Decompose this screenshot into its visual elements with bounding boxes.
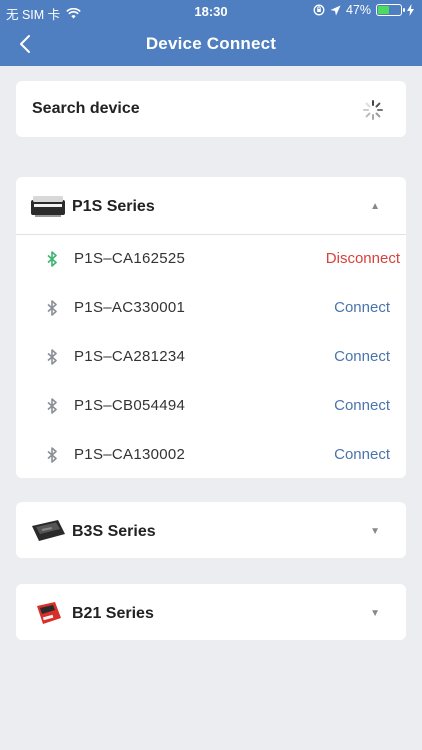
device-name: P1S–CB054494 [74, 397, 186, 414]
search-device-label: Search device [32, 100, 140, 117]
bluetooth-icon [47, 349, 57, 365]
series-card-b3s: B3S Series ▼ [16, 502, 406, 558]
loading-spinner-icon [363, 100, 383, 120]
device-row: P1S–CA162525 Disconnect [16, 235, 406, 283]
series-name-b21: B21 Series [72, 605, 154, 622]
device-name: P1S–CA162525 [74, 250, 186, 267]
series-name-b3s: B3S Series [72, 523, 156, 540]
b3s-printer-icon [32, 520, 65, 541]
top-bar: 无 SIM 卡 18:30 47% Device Connect [0, 0, 422, 66]
device-row: P1S–CB054494 Connect [16, 382, 406, 430]
series-header-b3s[interactable]: B3S Series ▼ [16, 502, 406, 560]
bluetooth-icon [47, 398, 57, 414]
nav-bar: Device Connect [0, 22, 422, 66]
p1s-printer-icon [31, 196, 65, 217]
device-name: P1S–CA130002 [74, 446, 186, 463]
device-name: P1S–CA281234 [74, 348, 186, 365]
search-device-card[interactable]: Search device [16, 81, 406, 137]
series-name-p1s: P1S Series [72, 198, 155, 215]
bluetooth-icon [47, 251, 57, 267]
page-title: Device Connect [145, 34, 277, 53]
connect-button[interactable]: Connect [334, 348, 390, 365]
bluetooth-icon [47, 300, 57, 316]
rotation-lock-icon [313, 4, 325, 16]
disconnect-button[interactable]: Disconnect [326, 250, 400, 267]
connect-button[interactable]: Connect [334, 446, 390, 463]
series-card-p1s: P1S Series ▲ P1S–CA162525 Disconnect P1S… [16, 177, 406, 478]
caret-down-icon[interactable]: ▼ [370, 608, 380, 619]
charging-icon [407, 4, 414, 16]
caret-up-icon[interactable]: ▲ [370, 201, 380, 212]
location-icon [330, 5, 341, 15]
battery-percent: 47% [345, 3, 371, 17]
b21-printer-icon [37, 602, 61, 624]
connect-button[interactable]: Connect [334, 299, 390, 316]
series-header-b21[interactable]: B21 Series ▼ [16, 584, 406, 642]
bluetooth-icon [47, 447, 57, 463]
series-card-b21: B21 Series ▼ [16, 584, 406, 640]
device-row: P1S–CA130002 Connect [16, 431, 406, 479]
device-row: P1S–CA281234 Connect [16, 333, 406, 381]
battery-icon [376, 4, 405, 16]
status-bar: 无 SIM 卡 18:30 47% [0, 0, 422, 22]
device-name: P1S–AC330001 [74, 299, 186, 316]
caret-down-icon[interactable]: ▼ [370, 526, 380, 537]
device-row: P1S–AC330001 Connect [16, 284, 406, 332]
connect-button[interactable]: Connect [334, 397, 390, 414]
series-header-p1s[interactable]: P1S Series ▲ [16, 177, 406, 235]
